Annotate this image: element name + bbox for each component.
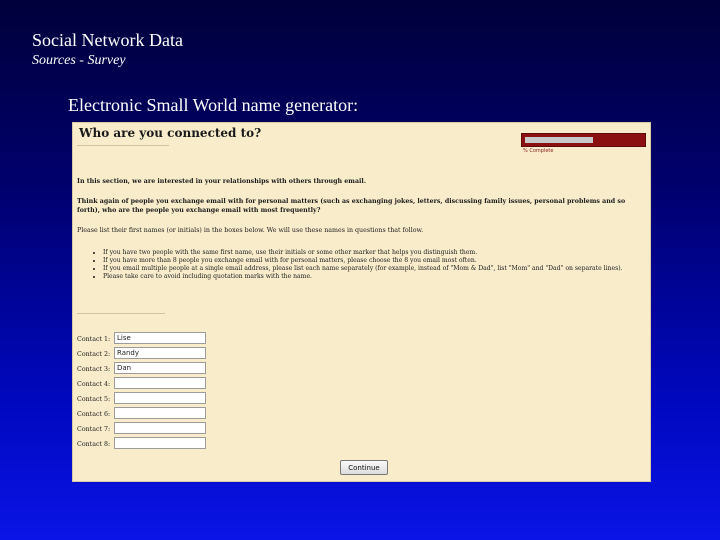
contact-2-input[interactable] [114, 347, 206, 359]
bullet-item: If you have more than 8 people you excha… [103, 257, 643, 265]
progress-bar [521, 133, 646, 147]
contact-label: Contact 5: [77, 396, 111, 403]
contact-4-input[interactable] [114, 377, 206, 389]
contact-label: Contact 7: [77, 426, 111, 433]
progress-bar-fill [525, 137, 593, 143]
question-text: Think again of people you exchange email… [77, 198, 626, 214]
slide-title: Social Network Data [32, 30, 183, 50]
contact-label: Contact 1: [77, 336, 111, 343]
bullet-item: If you email multiple people at a single… [103, 265, 643, 273]
contact-7-input[interactable] [114, 422, 206, 434]
form-title: Who are you connected to? [79, 126, 262, 140]
instruction-text: Please list their first names (or initia… [77, 227, 424, 234]
contact-label: Contact 8: [77, 441, 111, 448]
progress-label: % Complete [523, 148, 554, 154]
section-divider [77, 313, 165, 314]
instruction-bullets: If you have two people with the same fir… [93, 249, 643, 281]
slide-subtitle: Sources - Survey [32, 53, 126, 68]
bullet-item: Please take care to avoid including quot… [103, 273, 643, 281]
contact-label: Contact 3: [77, 366, 111, 373]
intro-text: In this section, we are interested in yo… [77, 178, 367, 185]
contact-label: Contact 2: [77, 351, 111, 358]
contact-3-input[interactable] [114, 362, 206, 374]
contact-label: Contact 4: [77, 381, 111, 388]
continue-button[interactable]: Continue [340, 460, 388, 475]
contact-8-input[interactable] [114, 437, 206, 449]
slide-heading: Electronic Small World name generator: [68, 95, 359, 115]
contact-label: Contact 6: [77, 411, 111, 418]
bullet-item: If you have two people with the same fir… [103, 249, 643, 257]
survey-form-panel: Who are you connected to? % Complete In … [72, 122, 651, 482]
title-divider [77, 145, 169, 146]
contact-1-input[interactable] [114, 332, 206, 344]
contact-6-input[interactable] [114, 407, 206, 419]
contact-5-input[interactable] [114, 392, 206, 404]
